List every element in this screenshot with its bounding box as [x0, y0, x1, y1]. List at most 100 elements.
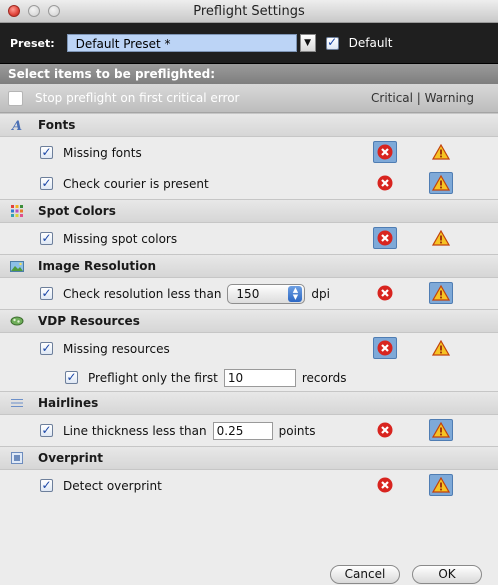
- severity-column-header: Critical | Warning: [371, 91, 474, 105]
- warning-toggle[interactable]: [429, 419, 453, 441]
- row-preflight-first-records: ✓ Preflight only the first 10 records: [0, 364, 498, 391]
- warning-icon: [432, 477, 450, 493]
- section-image-resolution: Image Resolution: [0, 254, 498, 278]
- row-label: Preflight only the first: [88, 370, 218, 385]
- critical-toggle[interactable]: [373, 141, 397, 163]
- title-bar: Preflight Settings: [0, 0, 498, 23]
- warning-toggle[interactable]: [429, 337, 453, 359]
- section-hairlines: Hairlines: [0, 391, 498, 415]
- unit-label: records: [301, 370, 347, 385]
- preflight-settings-window: Preflight Settings Preset: Default Prese…: [0, 0, 498, 585]
- preset-dropdown-button[interactable]: ▼: [299, 34, 316, 52]
- row-missing-resources: ✓ Missing resources: [0, 333, 498, 364]
- zoom-window-button[interactable]: [48, 5, 60, 17]
- row-label: Missing resources: [63, 341, 170, 356]
- critical-toggle[interactable]: [373, 419, 397, 441]
- missing-spot-colors-checkbox[interactable]: ✓: [40, 232, 53, 245]
- critical-toggle[interactable]: [373, 172, 397, 194]
- stepper-arrows-icon[interactable]: ▲ ▼: [288, 285, 303, 302]
- checkmark-icon: ✓: [66, 369, 77, 384]
- default-checkbox[interactable]: ✓: [325, 35, 339, 50]
- minimize-window-button[interactable]: [28, 5, 40, 17]
- check-resolution-checkbox[interactable]: ✓: [40, 287, 53, 300]
- warning-toggle[interactable]: [429, 172, 453, 194]
- resolution-value: 150: [236, 286, 260, 301]
- warning-icon: [432, 175, 450, 191]
- section-label: Spot Colors: [38, 204, 116, 218]
- section-fonts: A Fonts: [0, 113, 498, 137]
- row-label: Check resolution less than: [63, 286, 222, 301]
- preset-bar: Preset: Default Preset * ▼ ✓ Default: [0, 23, 498, 64]
- unit-label: points: [278, 423, 316, 438]
- error-icon: [377, 285, 393, 301]
- row-line-thickness: ✓ Line thickness less than 0.25 points: [0, 415, 498, 446]
- row-label: Detect overprint: [63, 478, 162, 493]
- preflight-first-checkbox[interactable]: ✓: [65, 371, 78, 384]
- error-icon: [377, 144, 393, 160]
- row-missing-spot-colors: ✓ Missing spot colors: [0, 223, 498, 254]
- row-label: Missing spot colors: [63, 231, 178, 246]
- critical-toggle[interactable]: [373, 474, 397, 496]
- critical-toggle[interactable]: [373, 282, 397, 304]
- checkmark-icon: ✓: [41, 477, 52, 492]
- stop-preflight-row: Stop preflight on first critical error C…: [0, 84, 498, 113]
- row-label: Check courier is present: [63, 176, 209, 191]
- preset-select[interactable]: Default Preset *: [66, 34, 297, 52]
- preset-label: Preset:: [10, 36, 55, 50]
- dialog-footer: Cancel OK: [0, 563, 498, 585]
- missing-resources-checkbox[interactable]: ✓: [40, 342, 53, 355]
- row-detect-overprint: ✓ Detect overprint: [0, 470, 498, 501]
- image-icon: [8, 260, 26, 272]
- error-icon: [377, 422, 393, 438]
- resolution-stepper[interactable]: 150 ▲ ▼: [227, 283, 306, 304]
- critical-toggle[interactable]: [373, 227, 397, 249]
- error-icon: [377, 477, 393, 493]
- svg-text:A: A: [10, 119, 22, 132]
- warning-toggle[interactable]: [429, 282, 453, 304]
- missing-fonts-checkbox[interactable]: ✓: [40, 146, 53, 159]
- warning-toggle[interactable]: [429, 227, 453, 249]
- checkmark-icon: ✓: [41, 144, 52, 159]
- section-label: Hairlines: [38, 396, 99, 410]
- row-label: Line thickness less than: [63, 423, 207, 438]
- checkmark-icon: ✓: [41, 285, 52, 300]
- fonts-icon: A: [8, 118, 26, 132]
- stop-preflight-label: Stop preflight on first critical error: [35, 91, 240, 105]
- warning-toggle[interactable]: [429, 141, 453, 163]
- default-label: Default: [348, 36, 393, 50]
- check-courier-checkbox[interactable]: ✓: [40, 177, 53, 190]
- window-title: Preflight Settings: [193, 3, 305, 19]
- checkmark-icon: ✓: [41, 175, 52, 190]
- row-check-resolution: ✓ Check resolution less than 150 ▲ ▼ dpi: [0, 278, 498, 309]
- line-thickness-input[interactable]: 0.25: [212, 421, 273, 440]
- section-overprint: Overprint: [0, 446, 498, 470]
- error-icon: [377, 340, 393, 356]
- unit-label: dpi: [311, 286, 330, 301]
- hairlines-icon: [8, 398, 26, 408]
- warning-icon: [432, 285, 450, 301]
- cancel-button[interactable]: Cancel: [330, 564, 400, 584]
- error-icon: [377, 175, 393, 191]
- row-label: Missing fonts: [63, 145, 142, 160]
- overprint-icon: [8, 452, 26, 464]
- warning-icon: [432, 144, 450, 160]
- section-label: Image Resolution: [38, 259, 157, 273]
- row-check-courier: ✓ Check courier is present: [0, 168, 498, 199]
- records-count-input[interactable]: 10: [223, 368, 296, 387]
- detect-overprint-checkbox[interactable]: ✓: [40, 479, 53, 492]
- warning-toggle[interactable]: [429, 474, 453, 496]
- close-window-button[interactable]: [8, 5, 20, 17]
- section-vdp-resources: VDP Resources: [0, 309, 498, 333]
- checkmark-icon: ✓: [41, 340, 52, 355]
- section-label: VDP Resources: [38, 314, 140, 328]
- section-label: Overprint: [38, 451, 103, 465]
- error-icon: [377, 230, 393, 246]
- row-missing-fonts: ✓ Missing fonts: [0, 137, 498, 168]
- checkmark-icon: ✓: [327, 35, 338, 49]
- checkmark-icon: ✓: [41, 422, 52, 437]
- stop-preflight-checkbox[interactable]: [8, 90, 23, 106]
- line-thickness-checkbox[interactable]: ✓: [40, 424, 53, 437]
- checkmark-icon: ✓: [41, 230, 52, 245]
- critical-toggle[interactable]: [373, 337, 397, 359]
- ok-button[interactable]: OK: [412, 564, 482, 584]
